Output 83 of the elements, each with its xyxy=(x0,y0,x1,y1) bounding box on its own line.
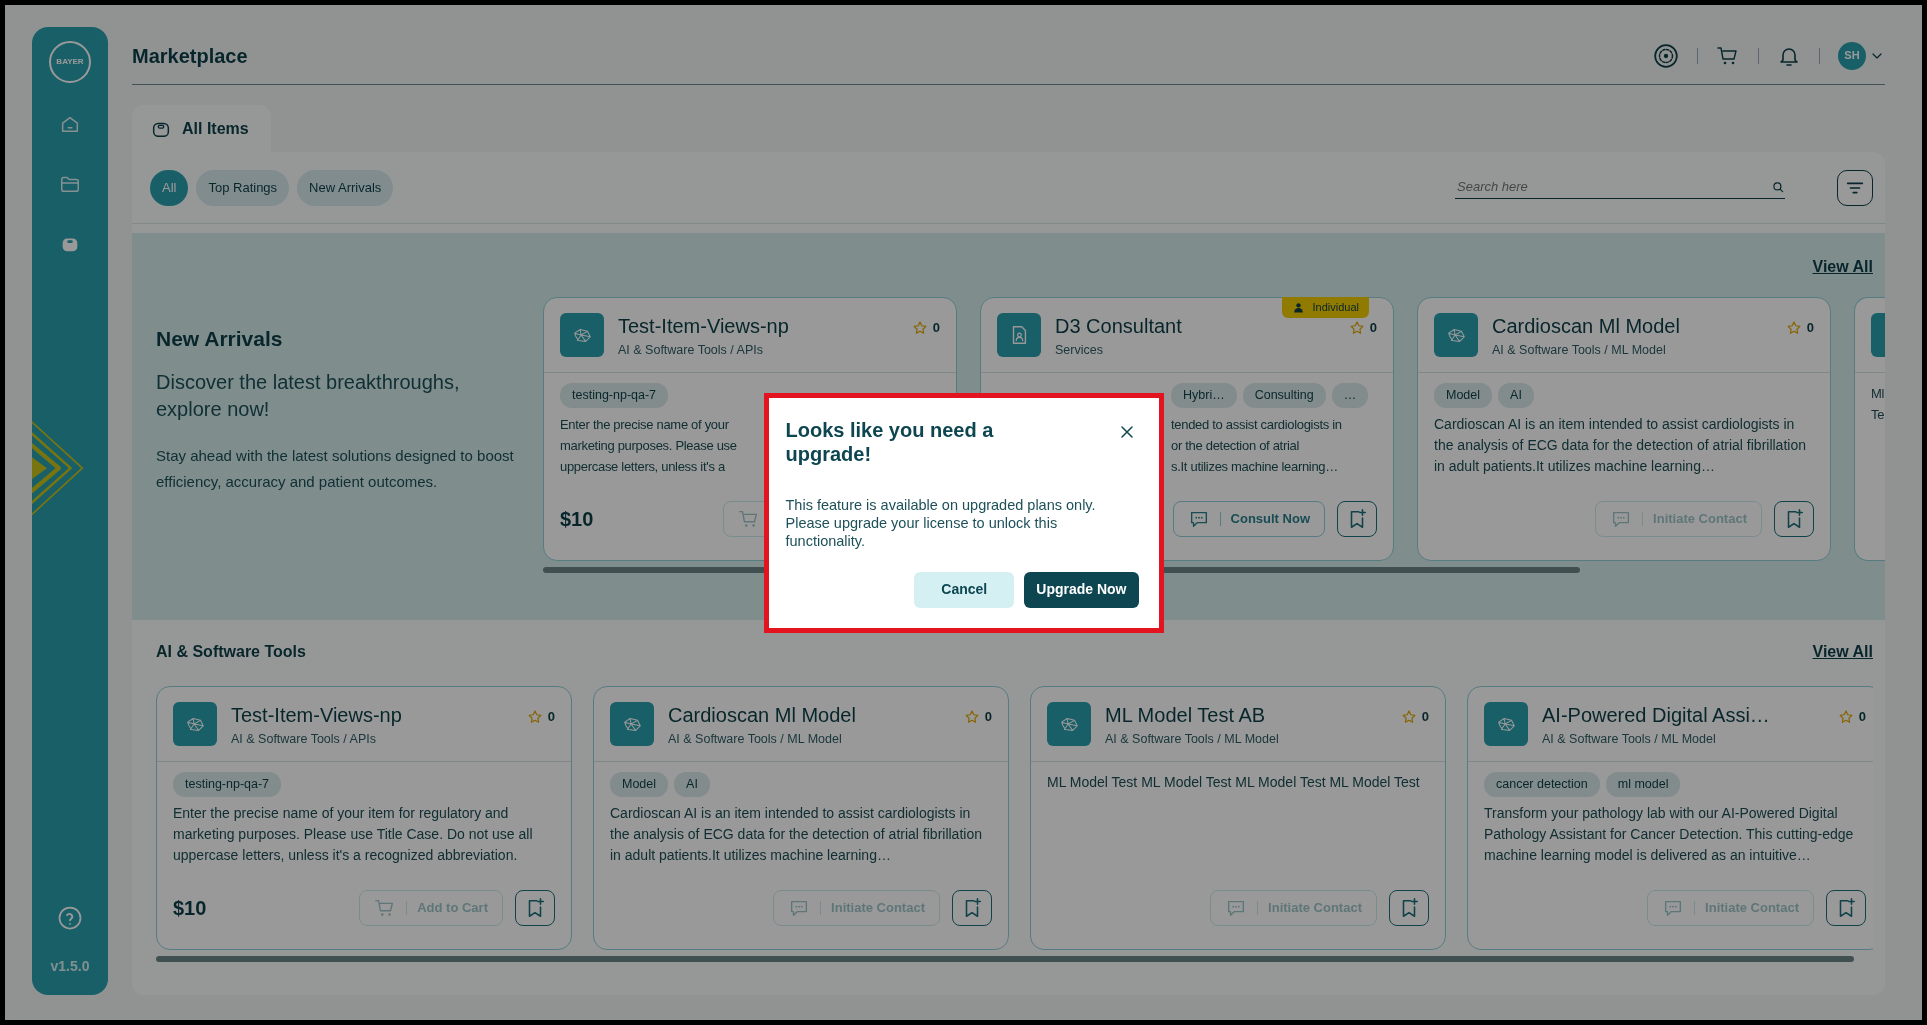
banner-description: Stay ahead with the latest solutions designed to boost efficiency, accuracy and patient outcomes. xyxy=(156,445,515,492)
product-category: AI & Software Tools / APIs xyxy=(618,341,764,359)
rating-count: 0 xyxy=(1421,708,1429,726)
tag-chip: testing-np-qa-7 xyxy=(560,383,669,408)
bookmark-button[interactable] xyxy=(952,890,992,926)
bookmark-button[interactable] xyxy=(1826,890,1866,926)
description-line: marketing purposes. Please use xyxy=(560,436,737,455)
rating-count: 0 xyxy=(984,708,992,726)
badge-icon[interactable] xyxy=(1653,42,1679,69)
section-title: New Arrivals xyxy=(156,326,284,352)
tag-chip: Consulting xyxy=(1242,383,1326,408)
filter-chip[interactable]: Top Ratings xyxy=(196,169,290,206)
product-title[interactable]: Test-Item-Views-np xyxy=(231,699,513,730)
product-category: Services xyxy=(1055,341,1104,359)
tag-chip: AI xyxy=(1498,383,1534,408)
tag-chip: Model xyxy=(610,772,669,797)
star-icon xyxy=(963,708,980,725)
tag-chip: ml model xyxy=(1605,772,1681,797)
product-description: Cardioscan AI is an item intended to assist cardiologists in the analysis of ECG data for the detection of atrial fibrillation in adult patients.It utilizes machine learning… xyxy=(1434,414,1807,476)
rating-count: 0 xyxy=(1858,708,1866,726)
person-icon xyxy=(1291,300,1305,314)
view-all-link[interactable]: View All xyxy=(1812,640,1873,664)
banner-headline: Discover the latest breakthroughs, explore now! xyxy=(156,369,461,422)
description-line: Ml xyxy=(1871,385,1885,403)
star-icon xyxy=(1400,708,1417,725)
product-description: Transform your pathology lab with our AI-Powered Digital Pathology Assistant for Cancer Detection. This cutting-edge machine learning model is delivered as an intuitive… xyxy=(1484,803,1855,865)
cancel-button[interactable]: Cancel xyxy=(914,571,1015,608)
tag-chip: testing-np-qa-7 xyxy=(173,772,282,797)
bookmark-button[interactable] xyxy=(515,890,555,926)
product-title[interactable]: AI-Powered Digital Assi… xyxy=(1542,699,1824,730)
section-title: AI & Software Tools xyxy=(156,642,306,662)
star-icon xyxy=(1837,708,1854,725)
scrollbar-thumb[interactable] xyxy=(156,956,1854,962)
rating-count: 0 xyxy=(1806,319,1814,337)
star-icon xyxy=(526,708,543,725)
page-title: Marketplace xyxy=(132,43,248,69)
contact-button[interactable]: Consult Now xyxy=(1172,501,1325,537)
help-icon[interactable] xyxy=(56,904,84,932)
product-description: ML Model Test ML Model Test ML Model Test ML Model Test xyxy=(1047,773,1421,792)
tab[interactable]: All Items xyxy=(132,105,271,152)
product-description: Cardioscan AI is an item intended to assist cardiologists in the analysis of ECG data for the detection of atrial fibrillation in adult patients.It utilizes machine learning… xyxy=(610,803,983,865)
view-all-link[interactable]: View All xyxy=(1812,255,1873,279)
product-title[interactable]: Cardioscan Ml Model xyxy=(1492,310,1772,341)
upgrade-button[interactable]: Upgrade Now xyxy=(1024,571,1139,608)
description-line: s.It utilizes machine learning… xyxy=(1171,457,1338,476)
product-category: AI & Software Tools / ML Model xyxy=(1105,730,1280,748)
price: $10 xyxy=(173,896,207,921)
description-line: Enter the precise name of your xyxy=(560,415,729,434)
star-icon xyxy=(1348,319,1365,336)
product-category: AI & Software Tools / ML Model xyxy=(1542,730,1717,748)
search-field[interactable]: Search here xyxy=(1455,176,1771,198)
dialog-title: Looks like you need a upgrade! xyxy=(785,417,995,466)
description-line: Te xyxy=(1871,406,1885,424)
bookmark-button[interactable] xyxy=(1337,501,1377,537)
description-line: uppercase letters, unless it's a xyxy=(560,457,725,476)
price: $10 xyxy=(560,507,594,532)
product-title[interactable]: Test-Item-Views-np xyxy=(618,310,898,341)
tag-chip: Hybri… xyxy=(1171,383,1237,408)
logo: BAYER xyxy=(49,41,91,83)
bookmark-button[interactable] xyxy=(1389,890,1429,926)
search-icon xyxy=(1771,180,1785,194)
rating-count: 0 xyxy=(1369,319,1377,337)
description-line: tended to assist cardiologists in xyxy=(1171,415,1342,434)
rating-count: 0 xyxy=(932,319,940,337)
product-category: AI & Software Tools / APIs xyxy=(231,730,377,748)
product-category: AI & Software Tools / ML Model xyxy=(1492,341,1667,359)
version-label: v1.5.0 xyxy=(50,957,90,976)
tag-chip: Model xyxy=(1434,383,1493,408)
product-title[interactable]: Cardioscan Ml Model xyxy=(668,699,950,730)
product-title[interactable]: ML Model Test AB xyxy=(1105,699,1387,730)
tag-chip: cancer detection xyxy=(1484,772,1600,797)
description-line: or the detection of atrial xyxy=(1171,436,1300,455)
filter-button[interactable] xyxy=(1837,169,1873,206)
bookmark-button[interactable] xyxy=(1774,501,1814,537)
star-icon xyxy=(1785,319,1802,336)
product-description: Enter the precise name of your item for regulatory and marketing purposes. Please use Title Case. Do not use all uppercase letters, unless it's a recognized abbreviation. xyxy=(173,803,534,865)
filter-chip[interactable]: New Arrivals xyxy=(297,169,394,206)
rating-count: 0 xyxy=(547,708,555,726)
dialog-message: This feature is available on upgraded plans only. Please upgrade your license to unlock this functionality. xyxy=(785,495,1097,550)
product-category: AI & Software Tools / ML Model xyxy=(668,730,843,748)
tag-chip: … xyxy=(1331,383,1369,408)
star-icon xyxy=(911,319,928,336)
tag-chip: AI xyxy=(674,772,710,797)
